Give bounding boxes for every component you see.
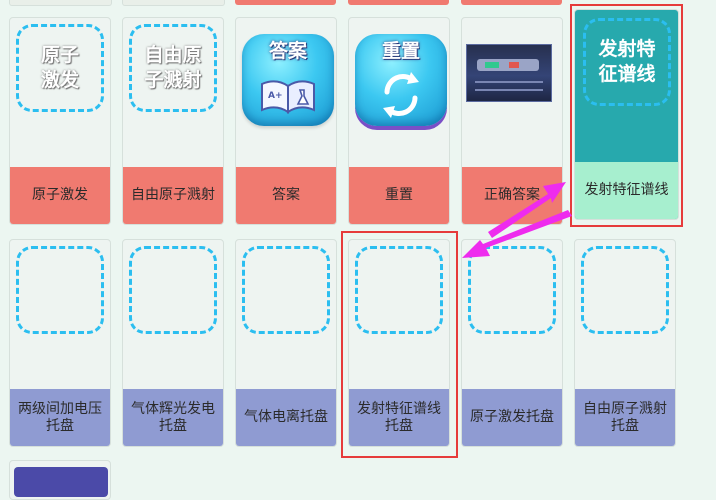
card-label: 重置 xyxy=(349,167,449,224)
card-emission-spectrum[interactable]: 发射特 征谱线 发射特征谱线 xyxy=(574,9,679,220)
placeholder-emission-spectrum: 发射特 征谱线 xyxy=(583,18,671,106)
dropzone[interactable] xyxy=(129,246,217,334)
card-label: 两级间加电压托盘 xyxy=(10,389,110,446)
card-correct-answer[interactable]: 正确答案 xyxy=(461,17,563,225)
partial-tile xyxy=(14,467,108,497)
diagram-thumbnail xyxy=(466,44,552,102)
card-answer[interactable]: A+ 答案 答案 xyxy=(235,17,337,225)
tray-gas-ionization[interactable]: 气体电离托盘 xyxy=(235,239,337,447)
reset-title: 重置 xyxy=(381,40,420,62)
card-label: 自由原子溅射托盘 xyxy=(575,389,675,446)
diagram-caption-line xyxy=(475,89,543,91)
prev-row-edge xyxy=(348,0,449,5)
dropzone[interactable] xyxy=(16,246,104,334)
card-label: 气体电离托盘 xyxy=(236,389,336,446)
prev-row-edge xyxy=(235,0,336,5)
dropzone[interactable] xyxy=(468,246,556,334)
tray-two-pole-voltage[interactable]: 两级间加电压托盘 xyxy=(9,239,111,447)
card-atom-excitation[interactable]: 原子 激发 原子激发 xyxy=(9,17,111,225)
dropzone[interactable] xyxy=(242,246,330,334)
prev-row-edge xyxy=(9,0,112,6)
tray-emission-spectrum[interactable]: 发射特征谱线托盘 xyxy=(348,239,450,447)
answer-title: 答案 xyxy=(268,40,307,62)
card-label: 自由原子溅射 xyxy=(123,167,223,224)
card-label: 原子激发托盘 xyxy=(462,389,562,446)
card-label: 正确答案 xyxy=(462,167,562,224)
prev-row-edge xyxy=(461,0,562,5)
tray-free-atom-sputter[interactable]: 自由原子溅射托盘 xyxy=(574,239,676,447)
dropzone[interactable] xyxy=(581,246,669,334)
diagram-marker xyxy=(509,62,519,68)
placeholder-atom-excitation: 原子 激发 xyxy=(16,24,104,112)
dropzone[interactable] xyxy=(355,246,443,334)
card-label: 原子激发 xyxy=(10,167,110,224)
card-label: 发射特征谱线 xyxy=(575,162,678,219)
diagram-caption-line xyxy=(475,81,543,83)
tray-gas-glow[interactable]: 气体辉光发电托盘 xyxy=(122,239,224,447)
card-label: 发射特征谱线托盘 xyxy=(349,389,449,446)
card-label: 气体辉光发电托盘 xyxy=(123,389,223,446)
card-row3-partial[interactable] xyxy=(9,460,111,500)
card-free-atom-sputter[interactable]: 自由原 子溅射 自由原子溅射 xyxy=(122,17,224,225)
tray-atom-excitation[interactable]: 原子激发托盘 xyxy=(461,239,563,447)
diagram-marker xyxy=(485,62,499,68)
prev-row-edge xyxy=(122,0,225,6)
svg-text:A+: A+ xyxy=(268,91,283,101)
reset-button[interactable]: 重置 xyxy=(355,34,447,126)
card-reset[interactable]: 重置 重置 xyxy=(348,17,450,225)
placeholder-free-atom-sputter: 自由原 子溅射 xyxy=(129,24,217,112)
answer-button[interactable]: A+ 答案 xyxy=(242,34,334,126)
card-label: 答案 xyxy=(236,167,336,224)
